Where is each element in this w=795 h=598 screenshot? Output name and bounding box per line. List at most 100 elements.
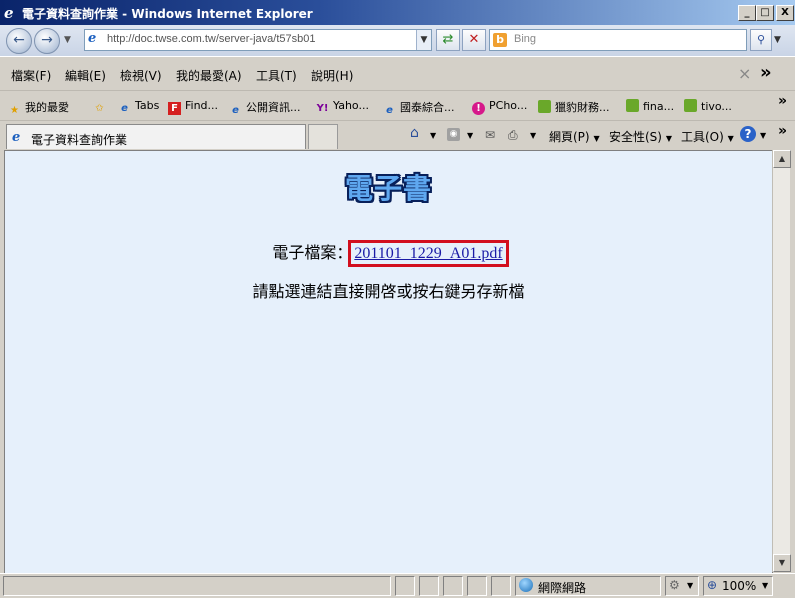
home-icon[interactable]: ⌂ — [410, 125, 419, 141]
favorites-bar: ★ 我的最愛 ✩ e Tabs F Find... e 公開資訊... Y! Yaho..… — [0, 90, 795, 121]
print-icon[interactable]: ⎙ — [508, 128, 518, 143]
chevron-down-icon: ▼ — [593, 134, 600, 143]
close-button[interactable]: X — [776, 5, 794, 21]
pdf-file-link[interactable]: 201101_1229_A01.pdf — [348, 240, 509, 267]
fav-item-tabs[interactable]: e Tabs — [118, 99, 159, 115]
pchome-icon: ! — [472, 102, 485, 115]
add-favorite-icon[interactable]: ✩ — [93, 99, 110, 115]
refresh-button[interactable]: ⇄ — [436, 29, 460, 51]
favorites-button[interactable]: ★ 我的最愛 — [8, 99, 69, 117]
chevron-down-icon: ▼ — [687, 581, 694, 590]
star-icon: ★ — [10, 105, 19, 116]
page-menu-button[interactable]: 網頁(P) ▼ — [549, 128, 600, 145]
f-logo-icon: F — [168, 102, 181, 115]
menu-bar: 檔案(F) 編輯(E) 檢視(V) 我的最愛(A) 工具(T) 說明(H) × … — [0, 56, 795, 90]
address-bar[interactable]: e http://doc.twse.com.tw/server-java/t57… — [84, 29, 432, 51]
search-box[interactable]: b Bing — [489, 29, 747, 51]
command-chevron-icon[interactable]: » — [778, 123, 787, 139]
chevron-down-icon: ▼ — [665, 134, 672, 143]
recent-pages-chevron-icon[interactable]: ▼ — [64, 35, 71, 45]
status-pane — [443, 576, 463, 596]
stop-button[interactable]: ✕ — [462, 29, 486, 51]
ie-page-icon: e — [121, 103, 128, 114]
ie-logo-icon: e — [4, 4, 14, 22]
menu-favorites[interactable]: 我的最愛(A) — [176, 67, 242, 84]
zoom-icon: ⊕ — [707, 578, 718, 592]
scroll-up-icon[interactable]: ▲ — [773, 150, 791, 168]
bing-icon: b — [493, 33, 507, 47]
download-hint: 請點選連結直接開啓或按右鍵另存新檔 — [252, 282, 525, 301]
status-pane — [467, 576, 487, 596]
back-button[interactable]: ← — [6, 28, 32, 54]
page-icon: e — [88, 31, 97, 46]
vertical-scrollbar[interactable]: ▲ ▼ — [772, 150, 791, 572]
feed-icon — [684, 99, 697, 112]
ie-page-icon: e — [386, 105, 393, 116]
fav-item-mops[interactable]: e 公開資訊... — [229, 99, 300, 117]
favorites-label: 我的最愛 — [25, 101, 69, 114]
search-options-chevron-icon[interactable]: ▼ — [774, 35, 781, 45]
search-icon[interactable]: ⚲ — [750, 29, 772, 51]
chevron-down-icon: ▼ — [727, 134, 734, 143]
menu-file[interactable]: 檔案(F) — [11, 67, 51, 84]
help-dropdown-icon[interactable]: ▼ — [760, 131, 766, 140]
fav-item-fina[interactable]: fina... — [626, 99, 674, 113]
tab-label: 電子資料查詢作業 — [31, 133, 128, 147]
window-title: 電子資料查詢作業 - Windows Internet Explorer — [22, 7, 313, 21]
protected-mode-icon: ⚙ — [669, 578, 680, 592]
protected-mode-button[interactable]: ⚙ ▼ — [665, 576, 699, 596]
yahoo-icon: Y! — [316, 103, 329, 114]
fav-item-pchome[interactable]: ! PCho... — [472, 99, 527, 115]
menu-view[interactable]: 檢視(V) — [120, 67, 162, 84]
file-line: 電子檔案： 201101_1229_A01.pdf — [5, 239, 772, 267]
help-icon[interactable]: ? — [740, 126, 756, 142]
fav-item-cathay[interactable]: e 國泰綜合... — [383, 99, 454, 117]
tab-bar: e 電子資料查詢作業 ⌂ ▼ ◉ ▼ ✉ ⎙ ▼ 網頁(P) ▼ 安全性(S) … — [0, 120, 795, 151]
address-url[interactable]: http://doc.twse.com.tw/server-java/t57sb… — [107, 33, 315, 45]
feed-icon — [538, 100, 551, 113]
fav-item-find[interactable]: F Find... — [168, 99, 218, 115]
navigation-bar: ← → ▼ e http://doc.twse.com.tw/server-ja… — [0, 25, 795, 56]
zoom-button[interactable]: ⊕ 100% ▼ — [703, 576, 773, 596]
home-dropdown-icon[interactable]: ▼ — [430, 131, 436, 140]
menu-help[interactable]: 說明(H) — [311, 67, 353, 84]
fav-item-cheetah[interactable]: 獵豹財務... — [538, 99, 610, 115]
search-input[interactable]: Bing — [514, 33, 536, 45]
chevron-down-icon: ▼ — [762, 581, 769, 590]
ie-page-icon: e — [12, 130, 21, 145]
security-zone-pane[interactable]: 網際網路 — [515, 576, 661, 596]
page-heading: 電子書 — [344, 172, 432, 205]
menu-edit[interactable]: 編輯(E) — [65, 67, 106, 84]
safety-menu-button[interactable]: 安全性(S) ▼ — [609, 128, 672, 145]
address-dropdown-icon[interactable]: ▼ — [416, 30, 431, 50]
new-tab-button[interactable] — [308, 124, 338, 149]
mail-icon[interactable]: ✉ — [485, 128, 495, 142]
zoom-level: 100% — [722, 579, 757, 593]
status-pane — [419, 576, 439, 596]
zone-label: 網際網路 — [538, 581, 587, 595]
fav-item-tivo[interactable]: tivo... — [684, 99, 732, 113]
file-label: 電子檔案： — [272, 243, 353, 262]
feed-dropdown-icon[interactable]: ▼ — [467, 131, 473, 140]
print-dropdown-icon[interactable]: ▼ — [530, 131, 536, 140]
minimize-button[interactable]: _ — [738, 5, 756, 21]
close-menu-icon[interactable]: × — [738, 64, 751, 83]
tab-active[interactable]: e 電子資料查詢作業 — [6, 124, 306, 149]
page-content: 電子書 電子檔案： 201101_1229_A01.pdf 請點選連結直接開啓或按… — [4, 150, 773, 574]
menu-tools[interactable]: 工具(T) — [256, 67, 297, 84]
favorites-chevron-icon[interactable]: » — [778, 93, 787, 109]
status-pane — [395, 576, 415, 596]
rss-feed-icon[interactable]: ◉ — [447, 128, 460, 141]
feed-icon — [626, 99, 639, 112]
fav-item-yahoo[interactable]: Y! Yaho... — [316, 99, 369, 115]
tools-menu-button[interactable]: 工具(O) ▼ — [681, 128, 734, 145]
menu-chevron-icon[interactable]: » — [760, 62, 772, 83]
status-pane — [491, 576, 511, 596]
forward-button[interactable]: → — [34, 28, 60, 54]
status-text-pane — [3, 576, 391, 596]
maximize-button[interactable]: □ — [756, 5, 774, 21]
scroll-down-icon[interactable]: ▼ — [773, 554, 791, 572]
globe-icon — [519, 578, 533, 592]
ie-page-icon: e — [232, 105, 239, 116]
title-bar: e 電子資料查詢作業 - Windows Internet Explorer _… — [0, 0, 795, 25]
